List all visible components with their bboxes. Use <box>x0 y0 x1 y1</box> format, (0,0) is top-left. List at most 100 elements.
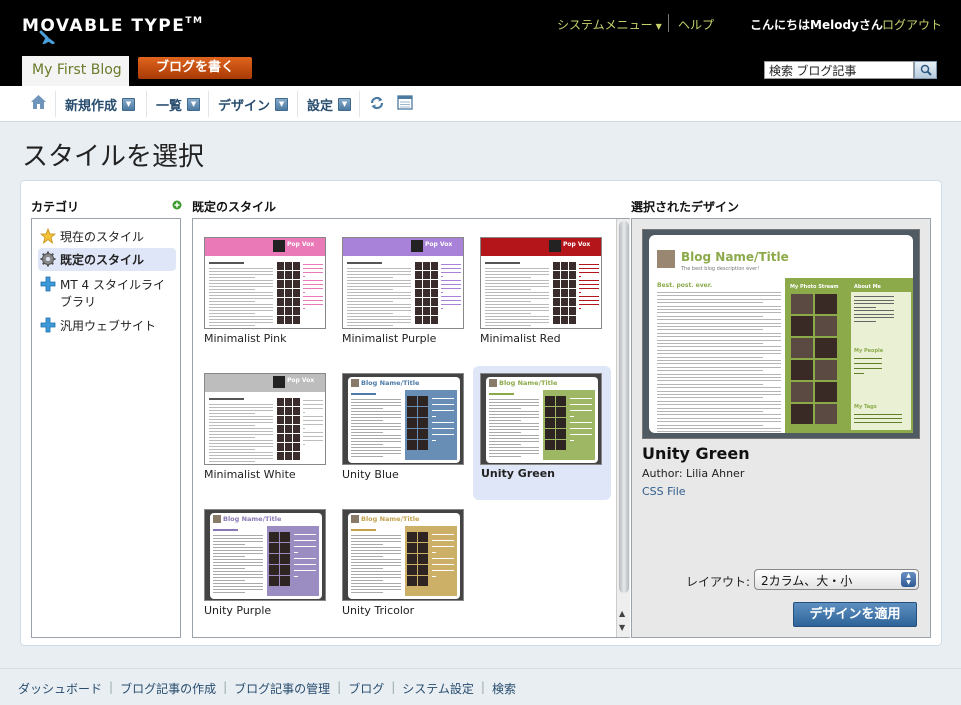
style-tile[interactable]: Blog Name/Title Unity Blue <box>338 369 476 499</box>
style-thumbnail: Blog Name/Title <box>342 373 464 465</box>
nav-divider <box>359 91 360 117</box>
thumb-title: Blog Name/Title <box>223 515 282 523</box>
category-mt4-style-library[interactable]: MT 4 スタイルライブラリ <box>38 273 176 313</box>
category-current-style[interactable]: 現在のスタイル <box>38 225 176 248</box>
add-category-icon[interactable] <box>172 200 182 210</box>
logout-link[interactable]: ログアウト <box>882 16 942 33</box>
nav-item-label: デザイン <box>218 99 271 114</box>
style-thumbnail: Blog Name/Title <box>480 373 602 465</box>
nav-item-design[interactable]: デザイン ▼ <box>218 95 289 114</box>
nav-item-list[interactable]: 一覧 ▼ <box>156 95 201 114</box>
thumb-title: Pop Vox <box>563 241 591 248</box>
footer-divider: | <box>337 680 342 694</box>
category-label: 既定のスタイル <box>60 253 145 267</box>
footer-divider: | <box>223 680 228 694</box>
styles-heading: 既定のスタイル <box>192 200 277 214</box>
nav-item-new[interactable]: 新規作成 ▼ <box>65 95 136 114</box>
layout-selected-value: 2カラム、大・小 <box>761 574 853 588</box>
footer-links: ダッシュボード | ブログ記事の作成 | ブログ記事の管理 | ブログ | システム設定 | 検索 <box>18 680 516 697</box>
thumb-title: Blog Name/Title <box>361 379 420 387</box>
scroll-up-icon[interactable]: ▲ <box>619 609 625 618</box>
gallery-scrollbar[interactable]: ▲ ▼ <box>616 219 630 637</box>
scroll-down-icon[interactable]: ▼ <box>619 623 625 632</box>
style-tile[interactable]: Blog Name/Title Unity Tricolor <box>338 505 476 635</box>
refresh-icon <box>370 96 384 110</box>
blog-tab[interactable]: My First Blog <box>22 56 129 86</box>
css-file-link[interactable]: CSS File <box>642 485 686 498</box>
logo-trademark: TM <box>185 16 204 26</box>
style-tile[interactable]: Pop Vox Minimalist Pink <box>200 233 338 363</box>
apply-design-button[interactable]: デザインを適用 <box>793 602 917 627</box>
footer-link[interactable]: システム設定 <box>402 680 474 697</box>
style-tile[interactable]: Pop Vox Minimalist Purple <box>338 233 476 363</box>
nav-divider <box>146 91 147 117</box>
style-name: Minimalist White <box>204 468 296 481</box>
help-link[interactable]: ヘルプ <box>678 16 714 33</box>
footer: ダッシュボード | ブログ記事の作成 | ブログ記事の管理 | ブログ | システム設定 | 検索 <box>0 668 961 705</box>
main-nav: 新規作成 ▼ 一覧 ▼ デザイン ▼ 設定 ▼ <box>0 86 961 122</box>
preview-post-title: Best. post. ever. <box>657 282 713 289</box>
thumb-title: Pop Vox <box>287 377 315 384</box>
category-label: 現在のスタイル <box>60 230 145 244</box>
style-thumbnail: Blog Name/Title <box>342 509 464 601</box>
design-name: Unity Green <box>642 444 750 463</box>
nav-item-label: 設定 <box>307 99 334 114</box>
category-label: MT 4 スタイルライブラリ <box>60 278 165 309</box>
style-thumbnail: Blog Name/Title <box>204 509 326 601</box>
greeting-text: こんにちはMelodyさん <box>750 18 883 32</box>
footer-link[interactable]: ブログ記事の管理 <box>234 680 330 697</box>
thumb-title: Pop Vox <box>425 241 453 248</box>
category-generic-website[interactable]: 汎用ウェブサイト <box>38 314 176 337</box>
write-entry-button[interactable]: ブログを書く <box>138 57 252 79</box>
scrollbar-thumb[interactable] <box>619 221 629 593</box>
footer-link[interactable]: ダッシュボード <box>18 680 102 697</box>
style-name: Minimalist Purple <box>342 332 437 345</box>
layout-select[interactable]: 2カラム、大・小 ▲ ▼ <box>754 569 919 590</box>
search-input[interactable] <box>764 61 914 79</box>
footer-link[interactable]: 検索 <box>492 680 516 697</box>
search-button[interactable] <box>914 61 937 79</box>
dropdown-arrow-icon: ▼ <box>122 98 136 111</box>
system-menu-link[interactable]: システムメニュー ▼ <box>557 16 662 33</box>
categories-heading: カテゴリ <box>31 200 80 214</box>
style-tile[interactable]: Pop Vox Minimalist White <box>200 369 338 499</box>
thumb-title: Pop Vox <box>287 241 315 248</box>
footer-link[interactable]: ブログ記事の作成 <box>120 680 216 697</box>
category-label: 汎用ウェブサイト <box>60 319 157 333</box>
style-name: Minimalist Pink <box>204 332 287 345</box>
style-tile[interactable]: Pop Vox Minimalist Red <box>476 233 614 363</box>
design-preview-image: Blog Name/Title The best blog description… <box>642 229 920 439</box>
star-icon <box>40 228 56 244</box>
chevron-down-icon: ▼ <box>655 22 662 31</box>
style-name: Unity Tricolor <box>342 604 415 617</box>
search-icon <box>920 64 932 76</box>
dropdown-arrow-icon: ▼ <box>187 98 201 111</box>
thumb-title: Blog Name/Title <box>361 515 420 523</box>
nav-item-label: 新規作成 <box>65 99 118 114</box>
style-thumbnail: Pop Vox <box>204 373 326 465</box>
preview-tagline: The best blog description ever! <box>681 266 760 272</box>
style-tile-selected[interactable]: Blog Name/Title Unity Green <box>473 366 611 500</box>
select-arrows-icon: ▲ ▼ <box>901 572 916 587</box>
system-menu-label: システムメニュー <box>557 18 653 32</box>
preview-about-me: About Me <box>854 284 881 290</box>
style-tile[interactable]: Blog Name/Title Unity Purple <box>200 505 338 635</box>
plus-icon <box>40 317 56 333</box>
home-button[interactable] <box>30 94 47 110</box>
nav-item-label: 一覧 <box>156 99 183 114</box>
preview-photo-stream: My Photo Stream <box>790 284 839 290</box>
wrench-logo-icon <box>39 30 55 44</box>
nav-item-settings[interactable]: 設定 ▼ <box>307 95 352 114</box>
category-default-style[interactable]: 既定のスタイル <box>38 248 176 271</box>
gear-icon <box>40 251 56 267</box>
preview-my-people: My People <box>854 348 884 354</box>
page-title: スタイルを選択 <box>22 142 205 172</box>
dropdown-arrow-icon: ▼ <box>275 98 289 111</box>
nav-divider <box>55 91 56 117</box>
footer-link[interactable]: ブログ <box>348 680 384 697</box>
plus-icon <box>40 276 56 292</box>
view-site-button[interactable] <box>397 95 413 110</box>
nav-divider <box>208 91 209 117</box>
refresh-button[interactable] <box>369 95 385 111</box>
style-name: Unity Green <box>481 467 555 480</box>
